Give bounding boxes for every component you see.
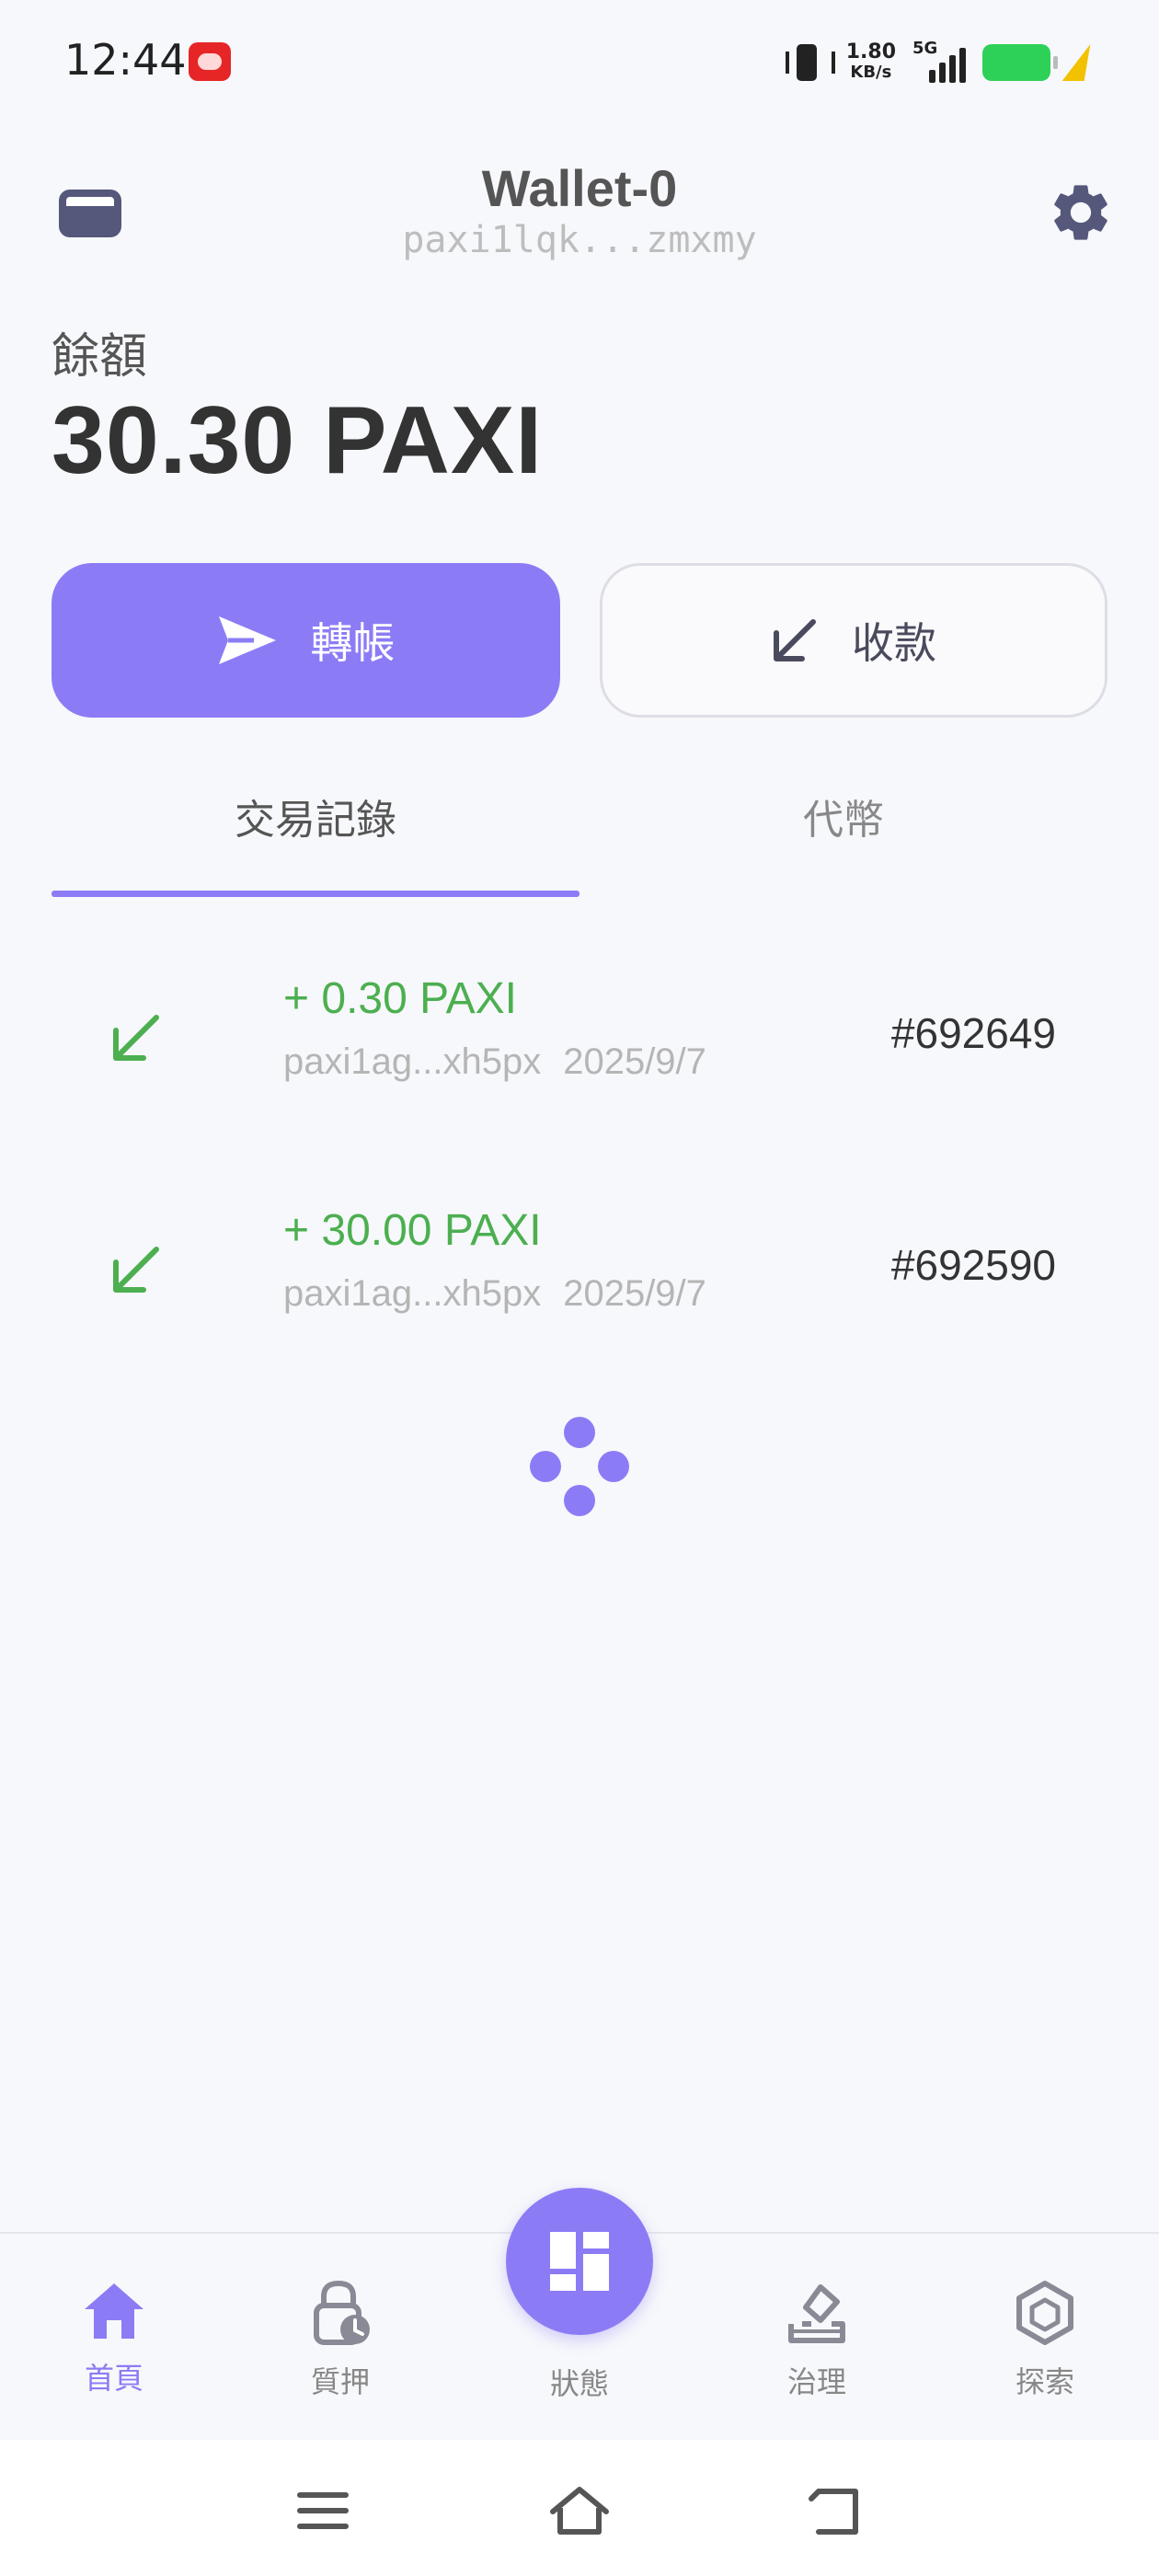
nav-item-explore[interactable]: 探索 bbox=[971, 2280, 1119, 2401]
transaction-date: 2025/9/7 bbox=[563, 1273, 706, 1314]
receive-button[interactable]: 收款 bbox=[600, 563, 1107, 718]
transaction-row[interactable]: + 0.30 PAXI paxi1ag...xh5px 2025/9/7 #692… bbox=[0, 957, 1159, 1141]
cube-icon bbox=[1016, 2281, 1073, 2345]
vibrate-icon bbox=[784, 42, 835, 83]
incoming-arrow-icon bbox=[113, 1015, 159, 1061]
send-button[interactable]: 轉帳 bbox=[52, 563, 560, 718]
tab-tokens[interactable]: 代幣 bbox=[580, 787, 1107, 845]
nav-label-governance: 治理 bbox=[786, 2364, 846, 2399]
menu-icon[interactable] bbox=[291, 2478, 355, 2543]
receive-label: 收款 bbox=[852, 618, 936, 668]
status-time: 12:44 bbox=[64, 35, 187, 85]
loading-spinner-icon bbox=[530, 1417, 629, 1516]
transaction-meta: paxi1ag...xh5px 2025/9/7 bbox=[283, 1273, 706, 1315]
tab-indicator bbox=[52, 891, 580, 897]
net-speed: 1.80 KB/s bbox=[846, 42, 896, 83]
transaction-amount: + 0.30 PAXI bbox=[283, 974, 517, 1023]
tab-transactions[interactable]: 交易記錄 bbox=[52, 787, 580, 845]
status-icons: 1.80 KB/s 5G bbox=[784, 37, 1095, 88]
network-type: 5G bbox=[912, 39, 938, 58]
nav-item-status[interactable] bbox=[506, 2188, 653, 2335]
transaction-from: paxi1ag...xh5px bbox=[283, 1273, 542, 1314]
wallet-title[interactable]: Wallet-0 bbox=[0, 158, 1159, 218]
balance-label: 餘額 bbox=[52, 329, 148, 385]
nav-label-staking: 質押 bbox=[310, 2364, 370, 2399]
nav-item-home[interactable]: 首頁 bbox=[40, 2280, 188, 2398]
transaction-meta: paxi1ag...xh5px 2025/9/7 bbox=[283, 1041, 706, 1083]
transaction-id: #692590 bbox=[890, 1241, 1056, 1289]
home-icon bbox=[85, 2283, 143, 2339]
incoming-arrow-icon bbox=[113, 1247, 159, 1293]
net-speed-unit: KB/s bbox=[850, 63, 892, 82]
balance-value: 30.30 PAXI bbox=[52, 387, 544, 494]
transaction-amount: + 30.00 PAXI bbox=[283, 1206, 542, 1255]
send-icon bbox=[218, 616, 276, 664]
vote-icon bbox=[788, 2284, 845, 2343]
transaction-id: #692649 bbox=[890, 1009, 1056, 1057]
arrow-down-left-icon bbox=[774, 619, 816, 661]
net-speed-value: 1.80 bbox=[845, 40, 896, 63]
dashboard-icon bbox=[550, 2232, 609, 2291]
transaction-date: 2025/9/7 bbox=[563, 1041, 706, 1082]
status-bar: 12:44 1.80 KB/s 5G bbox=[0, 0, 1159, 124]
nav-label-explore: 探索 bbox=[1015, 2364, 1074, 2399]
nav-item-governance[interactable]: 治理 bbox=[743, 2280, 890, 2401]
gear-icon[interactable] bbox=[1047, 178, 1115, 247]
nav-label-status: 狀態 bbox=[549, 2366, 609, 2401]
home-system-icon[interactable] bbox=[547, 2478, 612, 2543]
transaction-from: paxi1ag...xh5px bbox=[283, 1041, 542, 1082]
charging-icon bbox=[1067, 44, 1095, 81]
transaction-row[interactable]: + 30.00 PAXI paxi1ag...xh5px 2025/9/7 #69… bbox=[0, 1189, 1159, 1373]
send-label: 轉帳 bbox=[310, 618, 396, 668]
back-icon[interactable] bbox=[804, 2478, 868, 2543]
battery-icon bbox=[982, 44, 1058, 81]
lock-clock-icon bbox=[314, 2280, 370, 2345]
system-nav-bar bbox=[0, 2440, 1159, 2576]
nav-label-home: 首頁 bbox=[84, 2361, 143, 2396]
app-notification-icon bbox=[189, 42, 231, 81]
wallet-address[interactable]: paxi1lqk...zmxmy bbox=[0, 219, 1159, 261]
nav-item-staking[interactable]: 質押 bbox=[267, 2280, 414, 2401]
signal-icon: 5G bbox=[912, 39, 966, 83]
